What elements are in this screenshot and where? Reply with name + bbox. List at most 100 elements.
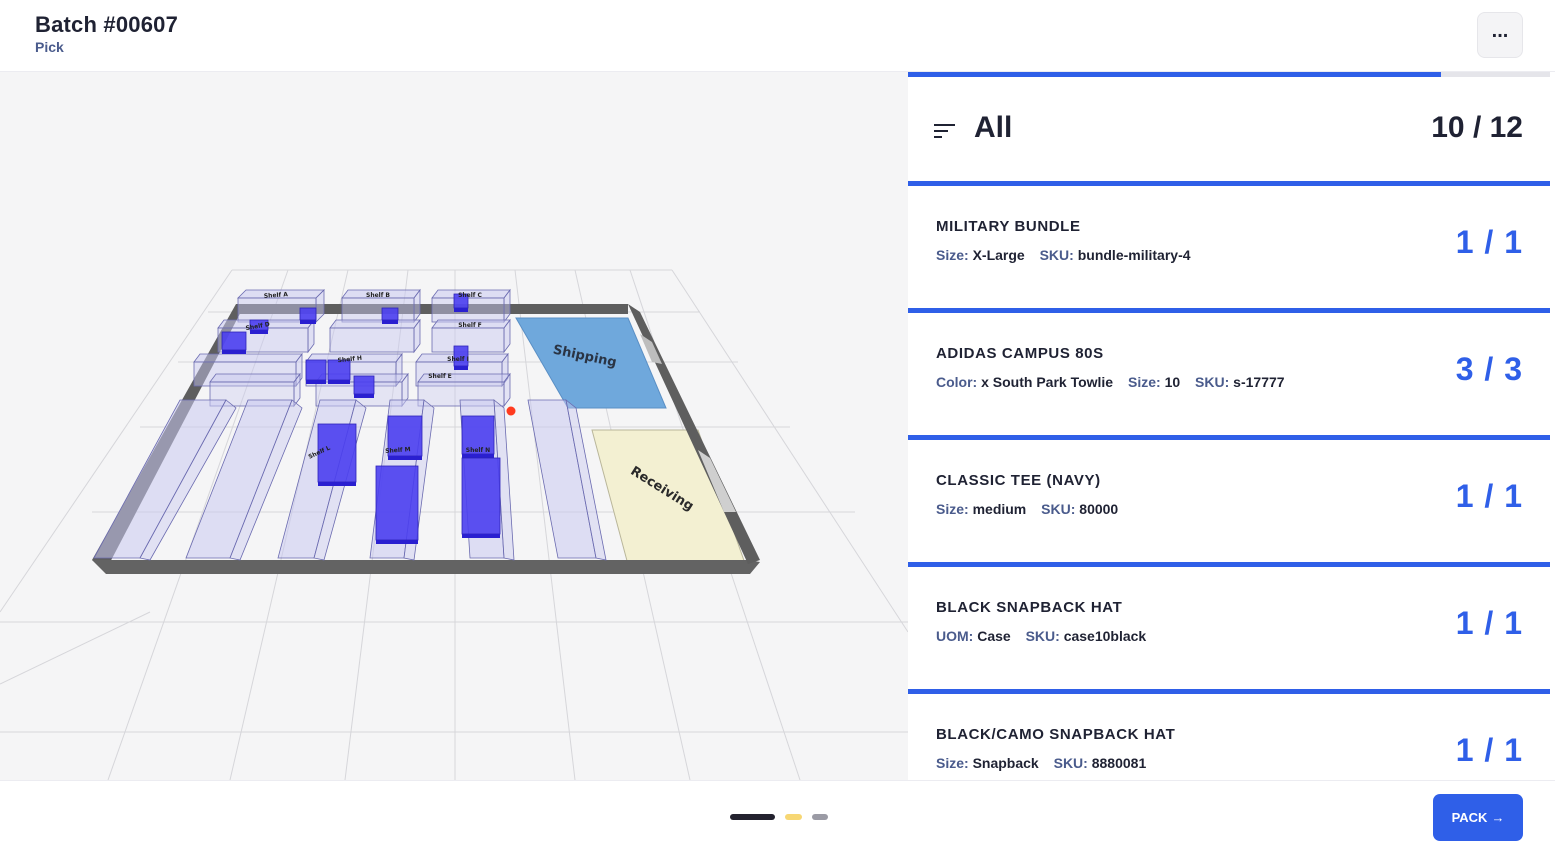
- stock-n2-face: [461, 457, 501, 535]
- stock-h1: [305, 359, 327, 384]
- shelf-e-front: [329, 327, 415, 353]
- attr-value: 10: [1164, 374, 1181, 390]
- picker-location-marker: [506, 406, 516, 416]
- page-indicator[interactable]: [812, 814, 828, 820]
- filter-lines-icon[interactable]: [934, 123, 956, 139]
- shelf-g-top: [193, 353, 303, 363]
- stock-f-base: [454, 366, 468, 370]
- page-indicator-active[interactable]: [730, 814, 775, 820]
- page-title: Batch #00607: [35, 12, 179, 37]
- stock-m2-base: [376, 540, 418, 544]
- filter-row[interactable]: All 10 / 12: [908, 77, 1550, 181]
- shelf-e: [329, 318, 421, 354]
- item-attributes: Size: Snapback SKU: 8880081: [936, 755, 1157, 771]
- warehouse-3d-view[interactable]: Shelf A Shelf B Shelf CShelf DShelf EShelf…: [0, 72, 908, 780]
- attr-key: Color:: [936, 374, 978, 390]
- attr-key: Size:: [936, 501, 969, 517]
- more-icon: ...: [1491, 19, 1509, 42]
- stock-i-base: [354, 394, 374, 398]
- stock-m1-base: [388, 456, 422, 460]
- grid-line: [0, 611, 151, 685]
- attr-value: Snapback: [972, 755, 1039, 771]
- stock-l: [317, 423, 357, 486]
- stock-h1-face: [305, 359, 327, 381]
- filter-label[interactable]: All: [974, 111, 1012, 145]
- shelf-b-front: [341, 297, 415, 323]
- attr-key: Size:: [1128, 374, 1161, 390]
- stock-b-face: [381, 307, 399, 321]
- stock-l-base: [318, 482, 356, 486]
- shelf-label: Shelf I: [447, 356, 469, 363]
- item-quantity: 1 / 1: [1455, 732, 1523, 768]
- stock-e-base: [222, 350, 246, 354]
- attr-key: UOM:: [936, 628, 974, 644]
- attr-value: X-Large: [972, 247, 1025, 263]
- item-name: BLACK/CAMO SNAPBACK HAT: [936, 726, 1176, 743]
- pick-list-panel: All 10 / 12 MILITARY BUNDLE Size: X-Larg…: [908, 72, 1555, 780]
- attr-value: bundle-military-4: [1077, 247, 1191, 263]
- page-header: Batch #00607 Pick ...: [0, 0, 1555, 72]
- stock-c-base: [454, 308, 468, 312]
- attr-value: x South Park Towlie: [981, 374, 1114, 390]
- item-quantity: 3 / 3: [1455, 351, 1523, 387]
- stock-e-face: [221, 331, 247, 351]
- page-subtitle: Pick: [35, 39, 64, 55]
- pick-item[interactable]: ADIDAS CAMPUS 80S Color: x South Park To…: [908, 308, 1550, 435]
- shelf-e-top: [329, 319, 421, 329]
- page-footer: PACK →: [0, 780, 1555, 847]
- pick-item[interactable]: BLACK SNAPBACK HAT UOM: Case SKU: case10…: [908, 562, 1550, 689]
- warehouse-map[interactable]: Shelf A Shelf B Shelf C Shelf D Shelf E Shelf…: [0, 72, 908, 780]
- item-attributes: Color: x South Park Towlie Size: 10 SKU:…: [936, 374, 1296, 390]
- item-quantity: 1 / 1: [1455, 224, 1523, 260]
- item-attributes: Size: X-Large SKU: bundle-military-4: [936, 247, 1202, 263]
- item-attributes: UOM: Case SKU: case10black: [936, 628, 1157, 644]
- stock-h2-base: [328, 380, 350, 384]
- item-name: CLASSIC TEE (NAVY): [936, 472, 1101, 489]
- stock-a-face: [299, 307, 317, 321]
- stock-e: [221, 331, 247, 354]
- stock-i: [353, 375, 375, 398]
- shelf-label: Shelf N: [466, 447, 490, 454]
- grid-line: [671, 269, 908, 633]
- attr-value: Case: [977, 628, 1011, 644]
- item-quantity: 1 / 1: [1455, 478, 1523, 514]
- pick-item[interactable]: BLACK/CAMO SNAPBACK HAT Size: Snapback S…: [908, 689, 1550, 780]
- attr-key: SKU:: [1041, 501, 1076, 517]
- stock-i-face: [353, 375, 375, 395]
- wall-south: [92, 560, 760, 574]
- page-indicator[interactable]: [785, 814, 802, 820]
- pick-item[interactable]: CLASSIC TEE (NAVY) Size: medium SKU: 800…: [908, 435, 1550, 562]
- attr-key: SKU:: [1025, 628, 1060, 644]
- stock-h1-base: [306, 380, 326, 384]
- pack-button[interactable]: PACK →: [1433, 794, 1523, 841]
- shelf-label: Shelf E: [428, 373, 452, 380]
- shelf-label: Shelf C: [458, 292, 482, 299]
- more-options-button[interactable]: ...: [1477, 12, 1523, 58]
- attr-value: s-17777: [1233, 374, 1285, 390]
- attr-value: 8880081: [1091, 755, 1147, 771]
- pack-label: PACK: [1451, 810, 1488, 825]
- attr-key: Size:: [936, 247, 969, 263]
- stock-m2-face: [375, 465, 419, 541]
- shelf-label: Shelf B: [366, 292, 390, 299]
- shelf-label: Shelf F: [458, 322, 482, 329]
- stock-n2: [461, 457, 501, 538]
- item-name: ADIDAS CAMPUS 80S: [936, 345, 1104, 362]
- arrow-right-icon: →: [1491, 810, 1505, 825]
- pick-item[interactable]: MILITARY BUNDLE Size: X-Large SKU: bundl…: [908, 181, 1550, 308]
- stock-n2-base: [462, 534, 500, 538]
- attr-key: Size:: [936, 755, 969, 771]
- shelf-j-top: [209, 373, 301, 383]
- item-quantity: 1 / 1: [1455, 605, 1523, 641]
- stock-n1-base: [462, 454, 494, 458]
- stock-a: [299, 307, 317, 324]
- stock-a-base: [300, 320, 316, 324]
- attr-value: case10black: [1063, 628, 1147, 644]
- attr-value: medium: [972, 501, 1027, 517]
- attr-key: SKU:: [1195, 374, 1230, 390]
- attr-value: 80000: [1079, 501, 1119, 517]
- item-name: BLACK SNAPBACK HAT: [936, 599, 1123, 616]
- attr-key: SKU:: [1053, 755, 1088, 771]
- picked-count: 10 / 12: [1431, 111, 1523, 144]
- item-name: MILITARY BUNDLE: [936, 218, 1081, 235]
